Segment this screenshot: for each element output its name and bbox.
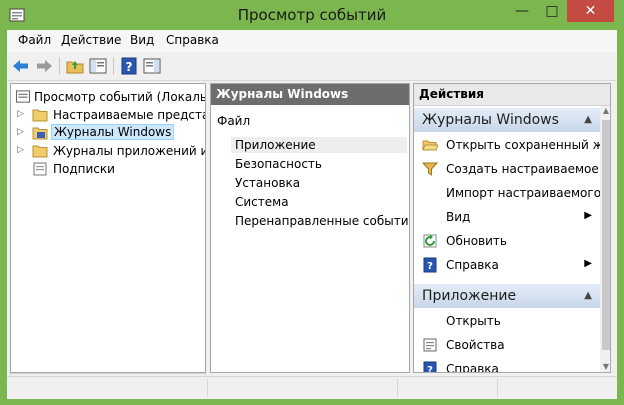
actions-group-title: Приложение [422, 288, 517, 304]
menu-bar: Файл Действие Вид Справка [7, 30, 617, 52]
log-item-application[interactable]: Приложение [231, 137, 407, 153]
subscriptions-icon [33, 162, 47, 176]
results-pane-header: Журналы Windows [211, 84, 409, 105]
svg-text:?: ? [126, 60, 133, 74]
expand-arrow-icon[interactable]: ▷ [17, 127, 24, 137]
folder-icon [32, 109, 48, 122]
action-label: Вид [446, 210, 471, 224]
tree-item-label: Журналы приложений и служб [53, 144, 205, 158]
action-properties[interactable]: Свойства [414, 333, 600, 357]
title-bar[interactable]: Просмотр событий — □ ✕ [0, 0, 624, 30]
collapse-caret-icon[interactable]: ▲ [584, 284, 592, 308]
action-label: Открыть [446, 314, 501, 328]
log-item-system[interactable]: Система [235, 195, 289, 209]
expand-arrow-icon[interactable]: ▷ [17, 145, 24, 155]
tree-item-label: Подписки [53, 162, 115, 176]
status-divider [207, 379, 208, 397]
help-icon: ? [423, 257, 437, 273]
action-label: Импорт настраиваемого представления... [446, 186, 610, 200]
results-pane: Журналы Windows Файл Приложение Безопасн… [210, 83, 410, 373]
up-folder-icon[interactable] [65, 56, 85, 76]
submenu-arrow-icon: ▶ [584, 258, 592, 269]
show-hide-action-pane-icon[interactable] [142, 56, 162, 76]
event-viewer-window: Просмотр событий — □ ✕ Файл Действие Вид… [0, 0, 624, 405]
action-create-custom-view[interactable]: Создать настраиваемое представление... [414, 157, 610, 181]
actions-pane-header: Действия [414, 84, 610, 106]
tree-item-label: Журналы Windows [51, 124, 175, 140]
collapse-caret-icon[interactable]: ▲ [584, 108, 592, 132]
action-open-saved-log[interactable]: Открыть сохраненный журнал... [414, 133, 610, 157]
help-icon[interactable]: ? [119, 56, 139, 76]
svg-text:?: ? [427, 365, 433, 373]
back-arrow-icon[interactable] [11, 56, 31, 76]
actions-group-title: Журналы Windows [422, 112, 559, 128]
toolbar-separator [113, 57, 114, 75]
action-help[interactable]: ? Справка ▶ [414, 253, 600, 277]
tree-root[interactable]: Просмотр событий (Локальный) [11, 88, 205, 106]
open-folder-icon [422, 140, 438, 151]
client-area: Файл Действие Вид Справка ? Просмотр соб… [7, 30, 617, 399]
action-refresh[interactable]: Обновить [414, 229, 600, 253]
actions-pane: Действия Журналы Windows ▲ Открыть сохра… [413, 83, 611, 373]
tree-item-label: Настраиваемые представления [53, 108, 205, 122]
action-help-application[interactable]: ? Справка [414, 357, 600, 373]
log-item-forwarded-events[interactable]: Перенаправленные события [235, 214, 409, 228]
refresh-icon [423, 234, 437, 248]
menu-help[interactable]: Справка [166, 33, 219, 47]
filter-icon [422, 162, 438, 176]
help-icon: ? [423, 361, 437, 373]
close-button[interactable]: ✕ [567, 0, 614, 22]
log-item-security[interactable]: Безопасность [235, 157, 322, 171]
log-item-setup[interactable]: Установка [235, 176, 300, 190]
console-tree-pane: Просмотр событий (Локальный) ▷ Настраива… [10, 83, 206, 373]
svg-text:?: ? [427, 261, 433, 272]
folder-icon [32, 145, 48, 158]
expand-arrow-icon[interactable]: ▷ [17, 109, 24, 119]
toolbar: ? [7, 52, 617, 81]
forward-arrow-icon[interactable] [34, 56, 54, 76]
submenu-arrow-icon: ▶ [584, 210, 592, 221]
action-label: Обновить [446, 234, 507, 248]
properties-icon [423, 338, 437, 352]
action-label: Открыть сохраненный журнал... [446, 138, 610, 152]
minimize-button[interactable]: — [507, 0, 537, 22]
action-label: Создать настраиваемое представление... [446, 162, 610, 176]
scroll-thumb[interactable] [602, 120, 610, 350]
status-bar [7, 376, 617, 399]
action-view[interactable]: Вид ▶ [414, 205, 600, 229]
tree-item-subscriptions[interactable]: Подписки [11, 160, 205, 178]
results-caption: Файл [217, 114, 251, 128]
show-hide-tree-icon[interactable] [88, 56, 108, 76]
scroll-down-icon[interactable]: ▼ [600, 362, 610, 372]
menu-file[interactable]: Файл [18, 33, 51, 47]
tree-root-label: Просмотр событий (Локальный) [34, 90, 205, 104]
event-viewer-icon [15, 90, 31, 103]
tree-item-app-service-logs[interactable]: ▷ Журналы приложений и служб [11, 142, 205, 160]
action-label: Справка [446, 258, 499, 272]
tree-item-windows-logs[interactable]: ▷ Журналы Windows [11, 124, 205, 142]
action-label: Справка [446, 362, 499, 373]
status-divider [497, 379, 498, 397]
tree-item-custom-views[interactable]: ▷ Настраиваемые представления [11, 106, 205, 124]
menu-view[interactable]: Вид [130, 33, 154, 47]
actions-group-windows-logs[interactable]: Журналы Windows ▲ [414, 108, 600, 132]
toolbar-separator [59, 57, 60, 75]
status-divider [397, 379, 398, 397]
maximize-button[interactable]: □ [537, 0, 567, 22]
action-label: Свойства [446, 338, 505, 352]
action-import-custom-view[interactable]: Импорт настраиваемого представления... [414, 181, 610, 205]
action-open[interactable]: Открыть [414, 309, 600, 333]
menu-action[interactable]: Действие [61, 33, 121, 47]
scroll-up-icon[interactable]: ▲ [600, 106, 610, 118]
folder-log-icon [32, 127, 48, 140]
actions-vertical-scrollbar[interactable]: ▲ ▼ [600, 106, 610, 372]
actions-group-application[interactable]: Приложение ▲ [414, 284, 600, 308]
